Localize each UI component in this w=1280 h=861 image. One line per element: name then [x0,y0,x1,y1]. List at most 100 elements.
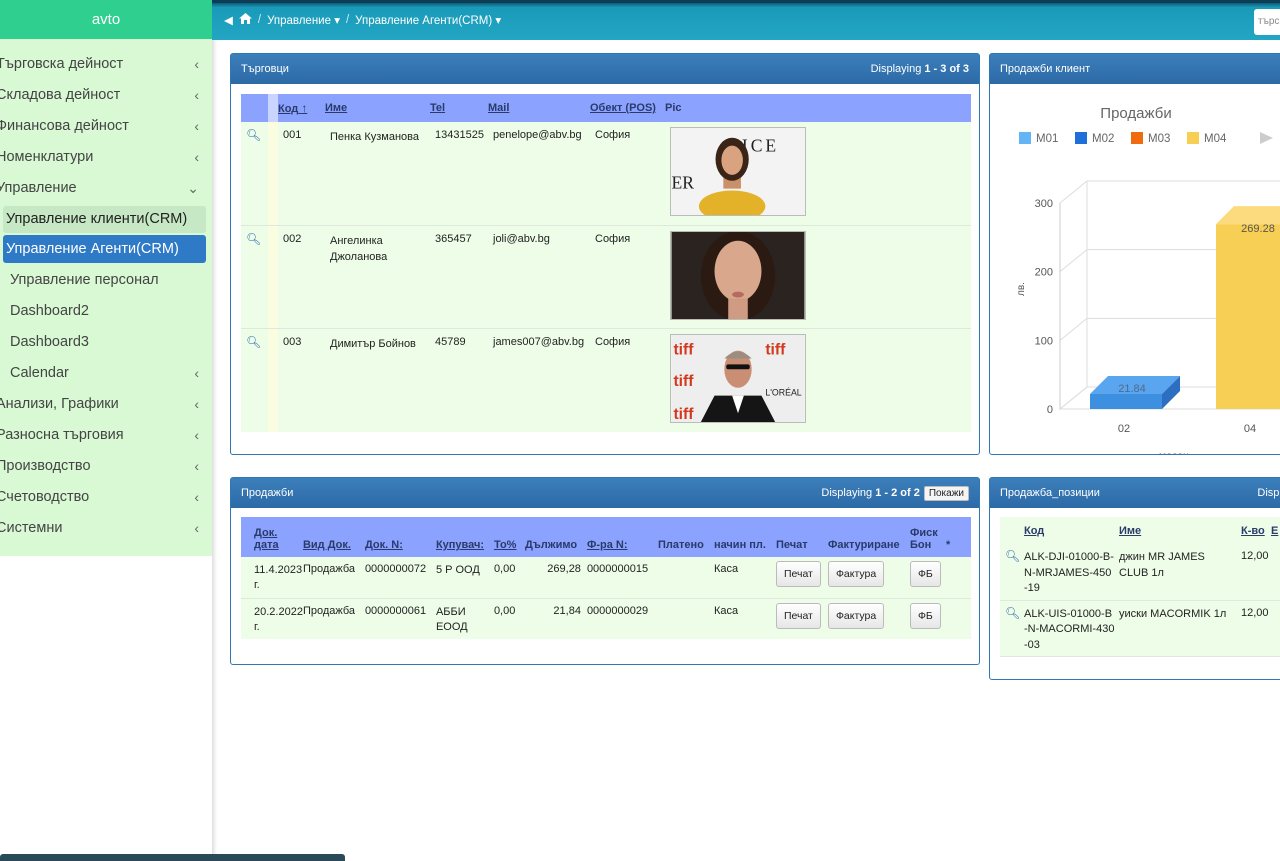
col-inv[interactable]: Ф-ра N: [587,517,658,557]
sidebar-item-11[interactable]: Анализи, Графики ‹ [0,389,212,420]
sidebar-item-15[interactable]: Системни ‹ [0,513,212,544]
svg-text:tiff: tiff [673,341,694,358]
table-row[interactable]: 🔍︎ ALK-UIS-01000-B-N-MACORMI-430-03 уиски … [1000,600,1280,656]
sale-date: 20.2.2022 г. [254,605,303,633]
col-code[interactable]: Код ↑ [278,94,325,122]
trader-pos: София [590,122,665,225]
sidebar-item-7[interactable]: Управление персонал [0,265,212,296]
sale-due: 21,84 [553,604,581,617]
sidebar-item-label: Управление Агенти(CRM) [6,241,179,257]
col-pos-qty[interactable]: К-во [1241,517,1271,544]
sidebar-item-13[interactable]: Производство ‹ [0,451,212,482]
chevron-left-icon: ‹ [194,396,199,412]
displaying-count: Displa [1257,487,1280,499]
breadcrumb: ◀ / Управление ▾ / Управление Агенти(CRM… [224,13,501,27]
table-row[interactable]: 🔍︎ ALK-DJI-01000-B-N-MRJAMES-450-19 джин M… [1000,544,1280,600]
chevron-down-icon: ⌄ [187,180,199,196]
sale-buyer: 5 Р ООД [435,564,480,576]
sale-paid [658,598,714,639]
search-icon[interactable]: 🔍︎ [246,128,261,142]
search-icon[interactable]: 🔍︎ [246,335,261,349]
sale-invoice-no: 0000000015 [586,563,649,575]
sidebar-item-label: Търговска дейност [0,56,124,72]
sidebar-item-label: Анализи, Графики [0,396,119,412]
brand-logo[interactable]: avto [0,0,212,39]
sidebar-item-9[interactable]: Dashboard3 [0,327,212,358]
sidebar-item-label: Dashboard2 [10,303,89,319]
sidebar-item-0[interactable]: Търговска дейност ‹ [0,49,212,80]
col-pct[interactable]: То% [494,517,525,557]
svg-text:tiff: tiff [673,372,694,389]
col-pos-code[interactable]: Код [1024,517,1119,544]
col-pos-e[interactable]: Е [1271,517,1280,544]
invoice-button[interactable]: Фактура [827,561,885,587]
topbar: ◀ / Управление ▾ / Управление Агенти(CRM… [212,0,1280,40]
table-row[interactable]: 11.4.2023 г. Продажба 0000000072 5 Р ООД 0,0… [241,557,971,598]
svg-text:L'ORÉAL: L'ORÉAL [765,387,801,397]
panel-title: Продажби клиент [1000,63,1091,75]
table-row[interactable]: 🔍︎ 002 Ангелинка Джоланова 365457 joli@abv.b… [241,225,971,328]
table-row[interactable]: 🔍︎ 003 Димитър Бойнов 45789 james007@abv.bg С… [241,328,971,432]
sidebar-item-14[interactable]: Счетоводство ‹ [0,482,212,513]
search-icon[interactable]: 🔍︎ [1005,549,1020,563]
sidebar-item-3[interactable]: Номенклатури ‹ [0,142,212,173]
col-pos[interactable]: Обект (POS) [590,94,665,122]
sale-pct: 0,00 [493,563,516,575]
sidebar-item-1[interactable]: Складова дейност ‹ [0,80,212,111]
y-axis-label: лв. [1016,282,1027,296]
fiscal-button[interactable]: ФБ [909,602,941,629]
table-row[interactable]: 🔍︎ 001 Пенка Кузманова 13431525 penelope@abv… [241,122,971,225]
bar-top [1216,206,1280,225]
trader-name: Димитър Бойнов [325,328,430,432]
col-tel[interactable]: Tel [430,94,488,122]
col-doc-date[interactable]: Док. дата [241,517,303,557]
print-button[interactable]: Печат [775,561,821,587]
sidebar-item-12[interactable]: Разносна търговия ‹ [0,420,212,451]
sale-method: Каса [713,563,739,575]
legend-entry: M04 [1204,133,1227,145]
trader-name: Ангелинка Джоланова [325,225,430,328]
breadcrumb-management[interactable]: Управление ▾ [267,13,340,27]
position-qty: 12,00 [1241,550,1269,562]
sidebar-item-5[interactable]: Управление клиенти(CRM) [3,206,206,233]
position-name: джин MR JAMES CLUB 1л [1119,551,1205,579]
sidebar-item-4[interactable]: Управление ⌄ [0,173,212,204]
print-button[interactable]: Печат [775,602,821,629]
sidebar-item-label: Финансова дейност [0,118,129,134]
search-icon[interactable]: 🔍︎ [1005,606,1020,620]
col-buyer[interactable]: Купувач: [436,517,494,557]
sale-doc-no: 0000000061 [364,604,427,617]
sidebar-item-10[interactable]: Calendar ‹ [0,358,212,389]
traders-table: Код ↑ Име Tel Mail Обект (POS) Pic 🔍︎ 001… [241,94,971,432]
col-fisc: Фиск Бон [909,527,938,551]
sidebar-item-2[interactable]: Финансова дейност ‹ [0,111,212,142]
trader-pos: София [590,328,665,432]
col-name[interactable]: Име [325,94,430,122]
data-label: 269.28 [1241,223,1275,235]
col-doc-no[interactable]: Док. N: [365,517,436,557]
search-input[interactable]: търс [1254,9,1280,35]
table-row[interactable]: 20.2.2022 г. Продажба 0000000061 АББИ ЕООД 0… [241,598,971,639]
col-doc-type[interactable]: Вид Док. [303,517,365,557]
fiscal-button[interactable]: ФБ [909,561,941,587]
trader-name: Пенка Кузманова [325,122,430,225]
invoice-button[interactable]: Фактура [827,602,885,629]
sidebar-item-8[interactable]: Dashboard2 [0,296,212,327]
sidebar-item-6[interactable]: Управление Агенти(CRM) [3,235,206,263]
breadcrumb-agents[interactable]: Управление Агенти(CRM) ▾ [355,13,501,27]
back-arrow-icon[interactable]: ◀ [224,13,233,27]
search-icon[interactable]: 🔍︎ [246,232,261,246]
sidebar-item-label: Управление [0,180,77,196]
breadcrumb-separator: / [345,14,350,26]
chevron-left-icon: ‹ [194,520,199,536]
home-icon[interactable] [238,13,252,27]
y-tick-label: 100 [1035,335,1053,347]
col-mail[interactable]: Mail [488,94,590,122]
col-pos-name[interactable]: Име [1119,517,1241,544]
position-name: уиски MACORMIK 1л [1119,607,1227,620]
show-button[interactable]: Покажи [923,485,969,501]
y-tick-label: 0 [1047,404,1053,416]
legend-swatch [1075,132,1087,144]
sale-pct: 0,00 [493,604,516,617]
trader-photo: ICE ER [665,122,971,225]
